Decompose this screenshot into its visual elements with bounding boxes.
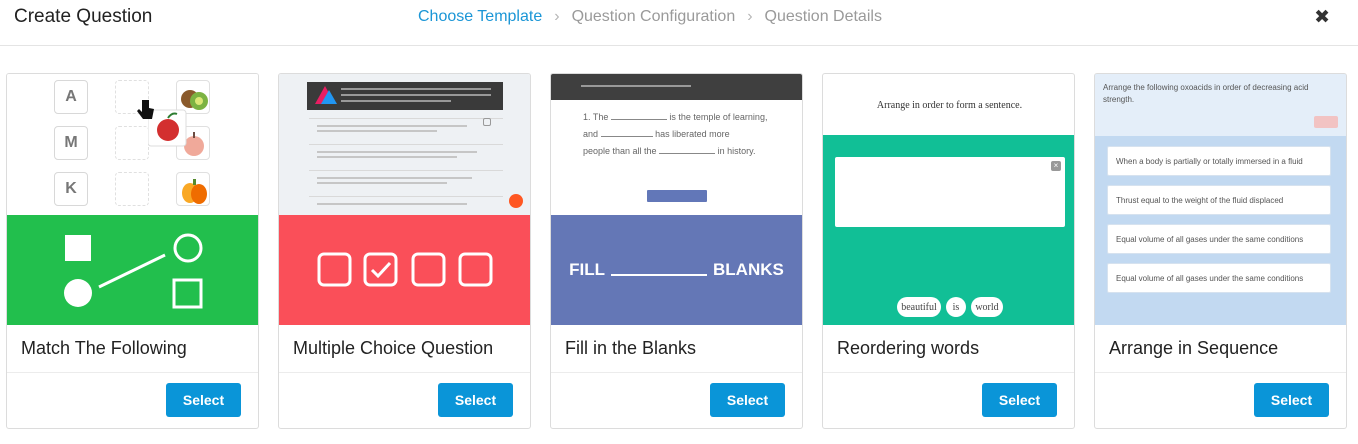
template-preview: A M K <box>7 74 258 325</box>
select-button-sequence[interactable]: Select <box>1254 383 1329 417</box>
preview-sentence: and has liberated more <box>583 129 730 139</box>
drop-slot <box>115 126 149 160</box>
word-chip: is <box>946 297 966 317</box>
select-button-fill-blanks[interactable]: Select <box>710 383 785 417</box>
select-button-mcq[interactable]: Select <box>438 383 513 417</box>
select-button-reorder[interactable]: Select <box>982 383 1057 417</box>
preview-heading-area: Arrange in order to form a sentence. <box>823 74 1074 135</box>
card-title: Match The Following <box>7 325 258 373</box>
preview-submit-button <box>647 190 707 202</box>
checkbox-icon <box>483 118 491 126</box>
card-title: Fill in the Blanks <box>551 325 802 373</box>
drop-slot <box>115 172 149 206</box>
sequence-item: Equal volume of all gases under the same… <box>1107 224 1331 254</box>
template-card-match[interactable]: A M K Match The Following Select <box>6 73 259 429</box>
checkbox-illustration <box>317 252 493 287</box>
cursor-hand-icon <box>136 98 156 127</box>
template-card-sequence[interactable]: Arrange the following oxoacids in order … <box>1094 73 1347 429</box>
card-title: Reordering words <box>823 325 1074 373</box>
preview-text: and <box>583 129 599 139</box>
option-row <box>309 196 503 215</box>
sequence-item: When a body is partially or totally imme… <box>1107 146 1331 176</box>
preview-text: 1. The <box>583 112 609 122</box>
chevron-right-icon: › <box>554 8 560 25</box>
preview-text: is the temple of learning, <box>669 112 768 122</box>
preview-heading: Arrange in order to form a sentence. <box>876 100 1023 111</box>
sequence-item: Thrust equal to the weight of the fluid … <box>1107 185 1331 215</box>
blank-line <box>610 119 667 120</box>
letter-tile: M <box>54 126 88 160</box>
option-row <box>309 144 503 164</box>
preview-text: in history. <box>717 146 756 156</box>
option-row <box>309 170 503 190</box>
template-preview <box>279 74 530 325</box>
mcq-banner <box>279 215 530 325</box>
select-button-match[interactable]: Select <box>166 383 241 417</box>
template-preview: Arrange the following oxoacids in order … <box>1095 74 1346 325</box>
chevron-down-icon <box>1314 116 1338 128</box>
fill-banner: FILL BLANKS <box>551 215 802 325</box>
template-card-fill-blanks[interactable]: 1. The is the temple of learning, and ha… <box>550 73 803 429</box>
template-card-reorder[interactable]: Arrange in order to form a sentence. × b… <box>822 73 1075 429</box>
blank-line <box>600 136 653 137</box>
template-preview: Arrange in order to form a sentence. × b… <box>823 74 1074 325</box>
close-icon[interactable]: ✖ <box>1314 6 1330 29</box>
pepper-icon <box>176 172 210 206</box>
chevron-right-icon: › <box>747 8 753 25</box>
word-chip: beautiful <box>897 297 941 317</box>
match-illustration <box>64 233 203 309</box>
modal-header: Create Question Choose Template › Questi… <box>0 0 1358 46</box>
blank-line <box>611 274 708 276</box>
template-preview: 1. The is the temple of learning, and ha… <box>551 74 802 325</box>
answer-box: × <box>835 157 1065 227</box>
close-icon: × <box>1051 161 1061 171</box>
template-cards: A M K Match The Following Select Multipl… <box>6 73 1347 429</box>
step-question-configuration: Question Configuration <box>571 8 736 25</box>
option-row <box>309 118 503 138</box>
preview-text: people than all the <box>583 146 657 156</box>
reorder-banner: × beautiful is world <box>823 135 1074 325</box>
wizard-steps: Choose Template › Question Configuration… <box>418 8 882 26</box>
preview-heading: Arrange the following oxoacids in order … <box>1103 83 1309 104</box>
preview-question-header <box>307 82 503 110</box>
banner-word: BLANKS <box>713 260 784 279</box>
blank-line <box>659 153 716 154</box>
preview-sentence: people than all the in history. <box>583 146 755 156</box>
letter-tile: K <box>54 172 88 206</box>
page-title: Create Question <box>14 6 153 27</box>
template-card-mcq[interactable]: Multiple Choice Question Select <box>278 73 531 429</box>
card-title: Multiple Choice Question <box>279 325 530 373</box>
preview-text: has liberated more <box>655 129 730 139</box>
match-banner <box>7 215 258 325</box>
preview-header-bar <box>551 74 802 100</box>
preview-heading-area: Arrange the following oxoacids in order … <box>1095 74 1346 136</box>
fill-banner-text: FILL BLANKS <box>569 260 784 280</box>
step-question-details: Question Details <box>764 8 882 25</box>
step-choose-template[interactable]: Choose Template <box>418 8 542 26</box>
sequence-item: Equal volume of all gases under the same… <box>1107 263 1331 293</box>
banner-word: FILL <box>569 260 606 279</box>
preview-sentence: 1. The is the temple of learning, <box>583 112 767 122</box>
send-icon <box>509 194 523 208</box>
card-title: Arrange in Sequence <box>1095 325 1346 373</box>
letter-tile: A <box>54 80 88 114</box>
word-chip: world <box>971 297 1003 317</box>
